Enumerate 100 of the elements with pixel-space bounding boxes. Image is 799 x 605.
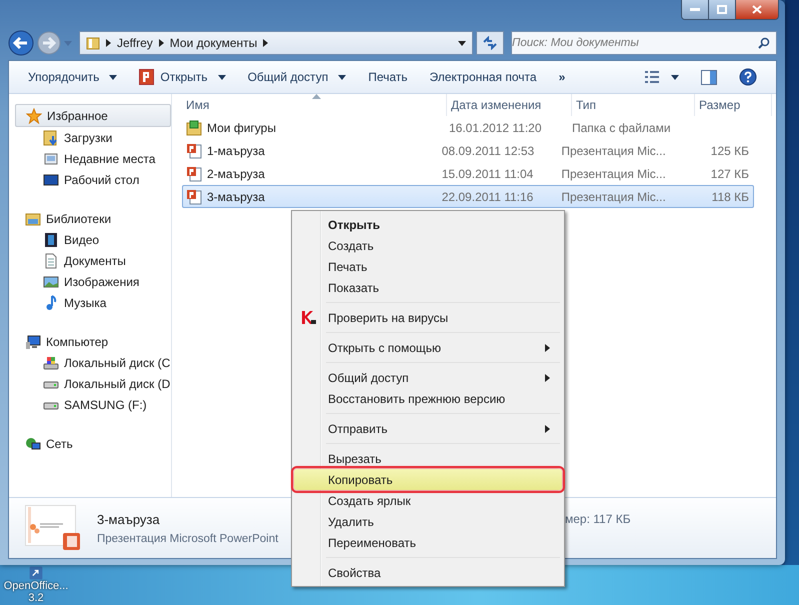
sidebar-item[interactable]: Рабочий стол [9, 169, 171, 190]
menu-item[interactable]: Проверить на вирусы [294, 307, 562, 328]
menu-item[interactable]: Открыть с помощью [294, 337, 562, 358]
sidebar-item[interactable]: Локальный диск (C [9, 352, 171, 373]
sidebar-item[interactable]: SAMSUNG (F:) [9, 394, 171, 415]
menu-item[interactable]: Общий доступ [294, 367, 562, 388]
column-header[interactable]: Тип [572, 94, 695, 116]
folder-icon [25, 210, 41, 226]
date-cell-text: 16.01.2012 11:20 [448, 120, 543, 134]
file-size: мер: 117 КБ [565, 512, 631, 526]
sidebar-item[interactable]: Библиотеки [9, 208, 171, 229]
menu-item[interactable]: Восстановить прежнюю версию [294, 388, 562, 409]
toolbar-button[interactable]: Открыть [130, 65, 235, 89]
drive-icon [43, 354, 59, 370]
slide-thumbnail [25, 505, 81, 551]
presentation-icon [139, 69, 154, 85]
sidebar-item[interactable]: Сеть [9, 433, 171, 454]
preview-pane-icon [701, 70, 717, 84]
menu-item[interactable]: Удалить [294, 511, 562, 532]
menu-item[interactable]: Открыть [294, 214, 562, 235]
file-name: 3-маъруза [207, 190, 265, 204]
menu-item[interactable]: Переименовать [294, 532, 562, 553]
date-cell-text: 15.09.2011 11:04 [440, 166, 534, 180]
toolbar-button[interactable]: Электронная почта [420, 65, 546, 89]
folder-icon [186, 120, 202, 136]
maximize-icon [717, 5, 727, 14]
powerpoint-file-icon [186, 166, 202, 182]
sidebar-item[interactable]: Музыка [9, 292, 171, 313]
menu-item[interactable]: Показать [294, 277, 562, 298]
sidebar-item[interactable]: Загрузки [9, 127, 171, 148]
menu-item[interactable]: Свойства [294, 562, 562, 583]
file-row[interactable]: 3-маъруза 22.09.2011 11:16 Презентация Mic... 118 КБ [182, 185, 754, 208]
toolbar-button[interactable]: Упорядочить [19, 65, 126, 89]
network-icon [25, 436, 41, 452]
dropdown-arrow-icon[interactable] [458, 40, 466, 46]
search-field[interactable]: Поиск: Мои документы [511, 31, 777, 55]
dropdown-arrow-icon [671, 74, 679, 80]
menu-item[interactable]: Вырезать [294, 448, 562, 469]
type-cell-text: Презентация Mic... [560, 166, 667, 180]
menu-item[interactable]: Создать ярлык [294, 490, 562, 511]
sidebar-item[interactable]: Недавние места [9, 148, 171, 169]
file-name: Мои фигуры [207, 120, 276, 134]
chevron-icon[interactable] [158, 39, 164, 47]
file-type: Презентация Microsoft PowerPoint [97, 532, 278, 544]
folder-icon [86, 36, 100, 50]
refresh-icon [482, 36, 498, 50]
monitor-icon [43, 172, 59, 188]
list-view-icon [645, 71, 661, 83]
menu-item[interactable]: Создать [294, 235, 562, 256]
powerpoint-file-icon [186, 142, 202, 158]
document-icon [43, 252, 59, 268]
sidebar-item[interactable]: Изображения [9, 271, 171, 292]
sidebar-item[interactable]: Документы [9, 250, 171, 271]
file-name: 3-маъруза [97, 512, 160, 526]
type-cell-text: Презентация Mic... [560, 144, 667, 158]
file-row[interactable]: Мои фигуры 16.01.2012 11:20 Папка с файлами [182, 116, 754, 139]
menu-item[interactable]: Копировать [294, 469, 562, 490]
download-folder-icon [43, 130, 59, 146]
file-row[interactable]: 1-маъруза 08.09.2011 12:53 Презентация Mic... 125 КБ [182, 139, 754, 162]
size-cell-text: 118 КБ [710, 190, 750, 204]
file-row[interactable]: 2-маъруза 15.09.2011 11:04 Презентация Mic... 127 КБ [182, 162, 754, 185]
size-cell-text: 127 КБ [710, 166, 750, 180]
close-button[interactable] [735, 0, 778, 19]
minimize-icon [690, 8, 700, 12]
recent-places-icon [43, 150, 59, 166]
breadcrumb-item[interactable]: Jeffrey [117, 36, 153, 50]
k-shield-icon [302, 311, 316, 324]
chevron-icon[interactable] [263, 39, 268, 47]
date-cell-text: 22.09.2011 11:16 [440, 190, 534, 204]
type-cell-text: Папка с файлами [571, 120, 672, 134]
file-name: 1-маъруза [207, 144, 265, 158]
more-button[interactable]: » [550, 65, 574, 89]
toolbar-button[interactable]: Общий доступ [238, 65, 356, 89]
type-cell-text: Презентация Mic... [560, 190, 667, 204]
chevron-icon[interactable] [106, 39, 111, 47]
column-header[interactable]: Дата изменения [447, 94, 572, 116]
image-icon [43, 274, 59, 290]
column-header[interactable]: Размер [695, 94, 772, 116]
refresh-button[interactable] [476, 31, 504, 55]
shortcut-icon[interactable] [29, 566, 43, 580]
menu-item[interactable]: Печать [294, 256, 562, 277]
back-button[interactable] [8, 30, 34, 56]
search-icon[interactable] [758, 37, 770, 49]
date-cell-text: 08.09.2011 12:53 [440, 144, 536, 158]
help-icon [739, 68, 757, 86]
sidebar-item[interactable]: Видео [9, 229, 171, 250]
sidebar-item[interactable]: Компьютер [9, 331, 171, 352]
close-icon [752, 5, 762, 14]
powerpoint-file-icon [186, 188, 202, 204]
computer-icon [25, 334, 41, 350]
toolbar-button[interactable]: Печать [359, 65, 416, 89]
maximize-button[interactable] [708, 0, 735, 19]
address-bar[interactable]: Jeffrey Мои документы [79, 31, 473, 55]
film-icon [43, 232, 59, 248]
breadcrumb-item[interactable]: Мои документы [170, 36, 258, 50]
sidebar-item[interactable]: Локальный диск (D [9, 373, 171, 394]
file-name: 2-маъруза [207, 166, 265, 180]
size-cell-text: 125 КБ [710, 144, 750, 158]
menu-item[interactable]: Отправить [294, 418, 562, 439]
sidebar-item[interactable]: Избранное [15, 104, 171, 127]
